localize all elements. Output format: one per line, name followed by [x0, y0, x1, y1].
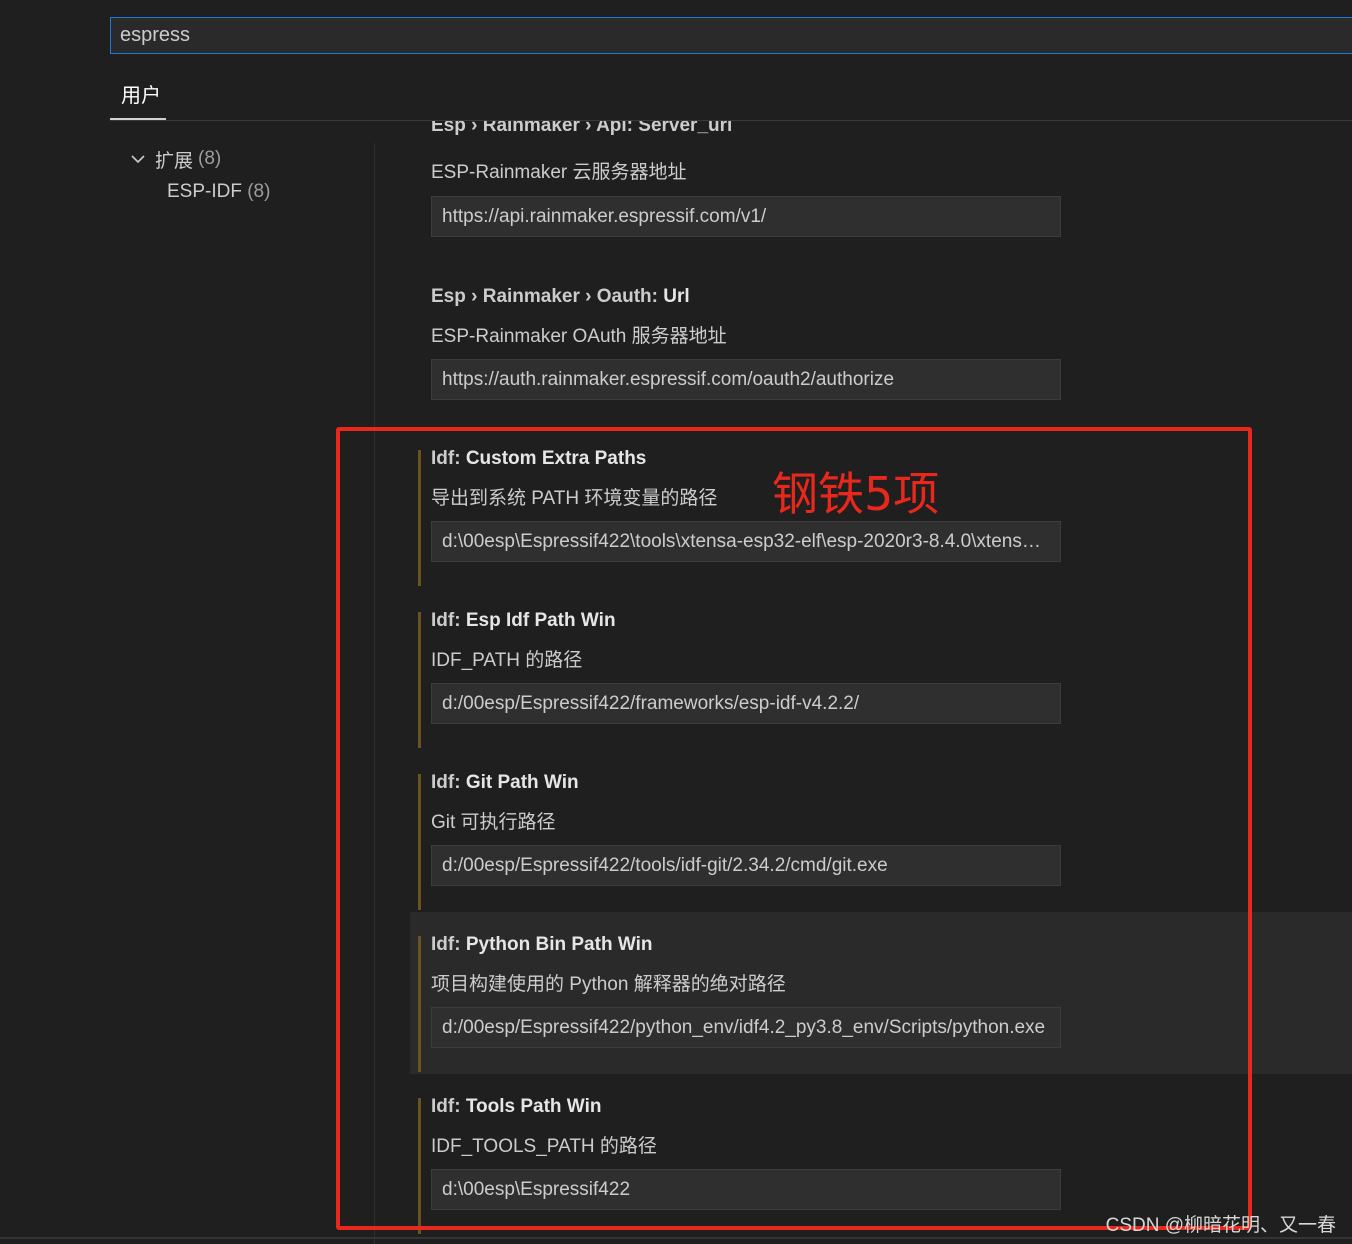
tab-user[interactable]: 用户 — [110, 78, 166, 120]
toc-group-count: (8) — [198, 148, 222, 169]
setting-title: Esp › Rainmaker › Oauth: Url — [431, 286, 690, 308]
setting-description: ESP-Rainmaker OAuth 服务器地址 — [431, 326, 727, 347]
setting-rainmaker-oauth-url: Esp › Rainmaker › Oauth: Url ESP-Rainmak… — [410, 264, 1352, 426]
setting-name: Url — [663, 286, 690, 307]
watermark: CSDN @柳暗花明、又一春 — [1105, 1215, 1336, 1236]
settings-search-input[interactable] — [110, 17, 1352, 54]
setting-value-input[interactable]: https://api.rainmaker.espressif.com/v1/ — [431, 196, 1061, 237]
annotation-label: 钢铁5项 — [772, 467, 940, 521]
toc-item-label: ESP-IDF — [167, 181, 242, 202]
chevron-down-icon — [131, 155, 145, 164]
toc-item-esp-idf[interactable]: ESP-IDF (8) — [167, 176, 270, 208]
setting-category: Esp › Rainmaker › Oauth: — [431, 286, 664, 307]
setting-description: ESP-Rainmaker 云服务器地址 — [431, 162, 687, 183]
annotation-highlight-box — [336, 427, 1252, 1230]
setting-value-input[interactable]: https://auth.rainmaker.espressif.com/oau… — [431, 359, 1061, 400]
bottom-border — [0, 1237, 1352, 1239]
setting-rainmaker-api-server: ESP-Rainmaker 云服务器地址 https://api.rainmak… — [410, 121, 1352, 282]
toc-group-label: 扩展 — [155, 150, 194, 172]
settings-editor: 用户 扩展 (8) ESP-IDF (8) Esp › Rainmaker › … — [0, 0, 1352, 1244]
toc-item-count: (8) — [247, 181, 271, 202]
toc-group-extensions[interactable]: 扩展 (8) — [128, 143, 221, 175]
